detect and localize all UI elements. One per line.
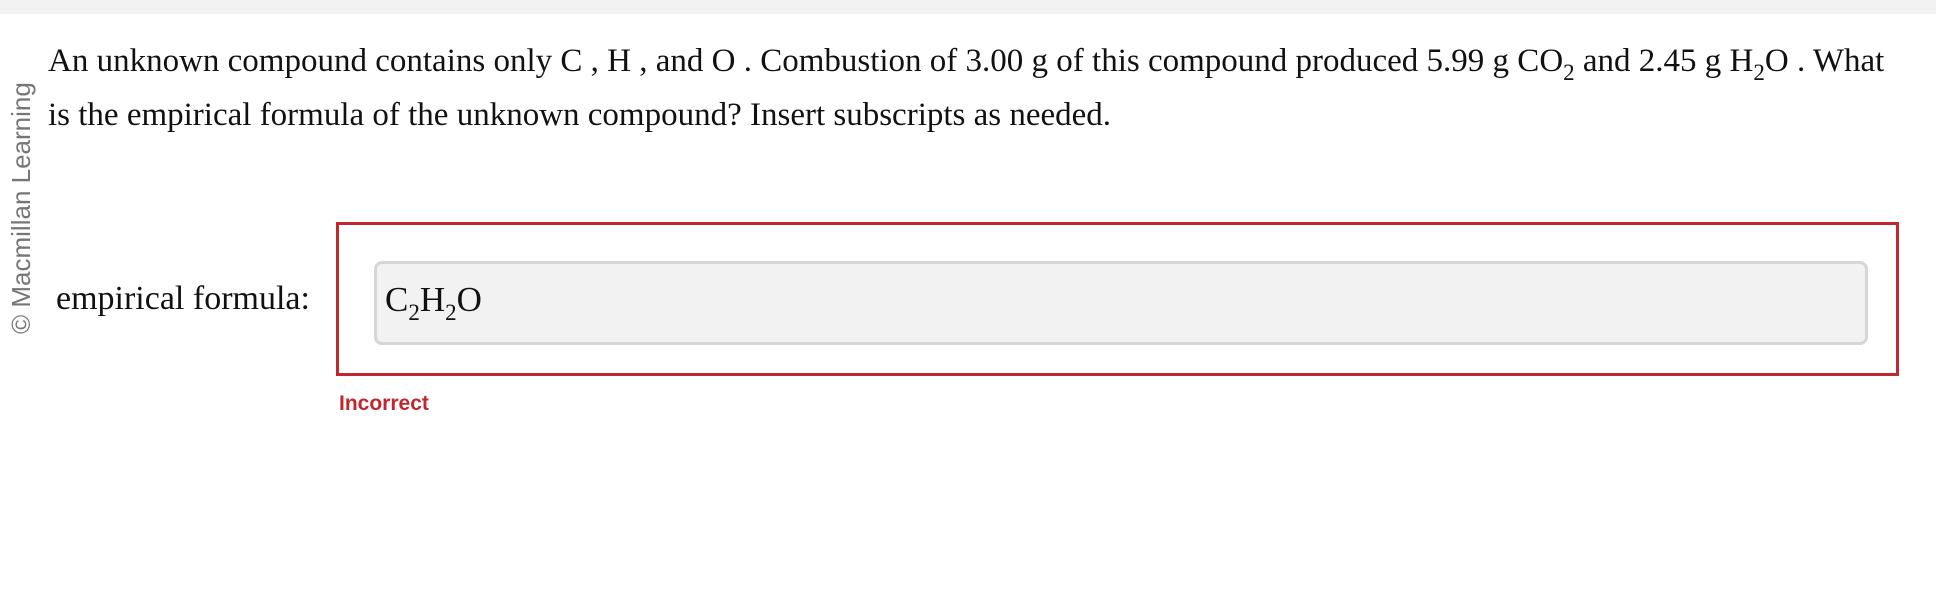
status-incorrect: Incorrect — [339, 392, 429, 415]
formula-hydrogen: H — [419, 280, 446, 319]
formula-carbon-subscript: 2 — [408, 300, 420, 325]
formula-hydrogen-subscript: 2 — [445, 300, 457, 325]
answer-feedback-frame: C2H2O — [336, 222, 1899, 376]
question-part-1: An unknown compound contains only C , H … — [48, 43, 1564, 79]
co2-subscript: 2 — [1563, 60, 1575, 85]
formula-carbon: C — [385, 280, 409, 319]
empirical-formula-input[interactable]: C2H2O — [374, 261, 1868, 345]
question-part-2: and 2.45 g H — [1574, 43, 1754, 79]
formula-oxygen: O — [456, 280, 482, 319]
top-strip — [0, 0, 1936, 14]
answer-label: empirical formula: — [56, 280, 310, 317]
answer-value: C2H2O — [385, 280, 482, 324]
h2o-subscript: 2 — [1753, 60, 1765, 85]
question-text: An unknown compound contains only C , H … — [48, 34, 1908, 142]
copyright-credit: © Macmillan Learning — [6, 82, 36, 334]
